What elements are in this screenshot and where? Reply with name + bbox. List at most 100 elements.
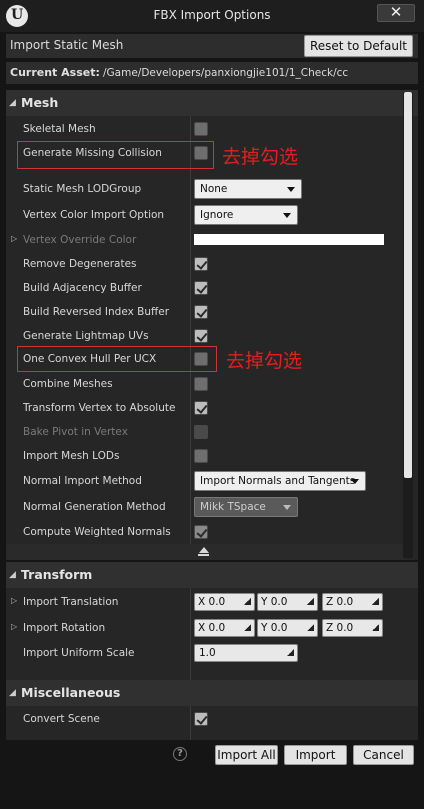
close-button[interactable]: ✕	[377, 4, 415, 22]
reset-to-default-button[interactable]: Reset to Default	[303, 35, 413, 57]
normal-generation-method-label: Normal Generation Method	[23, 501, 166, 513]
mesh-section-header[interactable]: ◢ Mesh	[6, 90, 418, 116]
row-bake-pivot-in-vertex: Bake Pivot in Vertex	[6, 420, 406, 444]
import-button[interactable]: Import	[284, 745, 347, 765]
window-title: FBX Import Options	[153, 8, 271, 22]
row-import-rotation: ▷ Import Rotation X 0.0 Y 0.0 Z 0.0	[6, 616, 406, 640]
current-asset-row: Current Asset: /Game/Developers/panxiong…	[6, 62, 418, 84]
row-import-mesh-lods: Import Mesh LODs	[6, 444, 406, 468]
resize-corner-icon	[287, 649, 294, 656]
help-icon[interactable]: ?	[173, 747, 187, 761]
annotation-uncheck-1: 去掉勾选	[222, 146, 299, 168]
import-translation-y-field[interactable]: Y 0.0	[257, 593, 318, 611]
import-mesh-lods-checkbox[interactable]	[194, 449, 208, 463]
import-type-row: Import Static Mesh Reset to Default	[6, 34, 418, 58]
resize-corner-icon	[372, 624, 379, 631]
import-uniform-scale-value: 1.0	[199, 647, 216, 659]
convert-scene-label: Convert Scene	[23, 713, 100, 725]
combine-meshes-label: Combine Meshes	[23, 378, 113, 390]
import-uniform-scale-label: Import Uniform Scale	[23, 647, 135, 659]
expand-arrow-icon[interactable]: ▷	[11, 622, 17, 631]
import-rotation-z-field[interactable]: Z 0.0	[322, 619, 383, 637]
vertex-color-import-option-dropdown[interactable]: Ignore	[194, 205, 298, 225]
dropdown-arrow-icon	[351, 479, 359, 484]
row-skeletal-mesh: Skeletal Mesh	[6, 117, 406, 141]
misc-section-header[interactable]: ◢ Miscellaneous	[6, 680, 418, 706]
build-adjacency-buffer-label: Build Adjacency Buffer	[23, 282, 142, 294]
dropdown-arrow-icon	[283, 213, 291, 218]
normal-import-method-dropdown[interactable]: Import Normals and Tangents	[194, 471, 366, 491]
static-mesh-lodgroup-value: None	[200, 183, 228, 195]
normal-generation-method-dropdown: Mikk TSpace	[194, 497, 298, 517]
collapse-triangle-icon: ◢	[9, 98, 16, 108]
collapse-advanced-button[interactable]	[6, 544, 406, 560]
cancel-button[interactable]: Cancel	[353, 745, 414, 765]
build-adjacency-buffer-checkbox[interactable]	[194, 281, 208, 295]
title-bar: FBX Import Options ✕	[0, 0, 424, 32]
row-vertex-override-color: ▷ Vertex Override Color	[6, 228, 406, 252]
vertex-color-import-option-value: Ignore	[200, 209, 234, 221]
import-translation-z-field[interactable]: Z 0.0	[322, 593, 383, 611]
row-normal-generation-method: Normal Generation Method Mikk TSpace	[6, 495, 406, 519]
compute-weighted-normals-label: Compute Weighted Normals	[23, 526, 171, 538]
row-combine-meshes: Combine Meshes	[6, 372, 406, 396]
highlight-box-convex-hull	[17, 346, 217, 372]
convert-scene-checkbox[interactable]	[194, 712, 208, 726]
row-normal-import-method: Normal Import Method Import Normals and …	[6, 469, 406, 493]
row-vertex-color-import-option: Vertex Color Import Option Ignore	[6, 203, 406, 227]
vertex-color-import-option-label: Vertex Color Import Option	[23, 209, 165, 221]
row-static-mesh-lodgroup: Static Mesh LODGroup None	[6, 177, 406, 201]
row-compute-weighted-normals: Compute Weighted Normals	[6, 520, 406, 544]
transform-section-header[interactable]: ◢ Transform	[6, 562, 418, 588]
import-rotation-y-field[interactable]: Y 0.0	[257, 619, 318, 637]
expand-arrow-icon[interactable]: ▷	[11, 596, 17, 605]
mesh-section-title: Mesh	[21, 95, 59, 110]
import-rotation-x-field[interactable]: X 0.0	[194, 619, 255, 637]
import-translation-z-value: Z 0.0	[326, 596, 354, 608]
expand-arrow-icon[interactable]: ▷	[11, 234, 17, 243]
import-translation-x-field[interactable]: X 0.0	[194, 593, 255, 611]
collapse-triangle-icon: ◢	[9, 570, 16, 580]
import-translation-x-value: X 0.0	[198, 596, 226, 608]
row-convert-scene: Convert Scene	[6, 707, 406, 731]
mesh-scrollbar-thumb[interactable]	[404, 92, 412, 478]
vertex-override-color-swatch[interactable]	[194, 234, 384, 245]
resize-corner-icon	[372, 598, 379, 605]
import-translation-y-value: Y 0.0	[261, 596, 288, 608]
row-transform-vertex-to-absolute: Transform Vertex to Absolute	[6, 396, 406, 420]
collapse-line-icon	[198, 554, 209, 556]
current-asset-path: /Game/Developers/panxiongjie101/1_Check/…	[103, 67, 349, 79]
current-asset-label: Current Asset:	[10, 66, 100, 79]
import-rotation-x-value: X 0.0	[198, 622, 226, 634]
collapse-up-icon	[199, 547, 209, 553]
skeletal-mesh-checkbox[interactable]	[194, 122, 208, 136]
static-mesh-lodgroup-label: Static Mesh LODGroup	[23, 183, 142, 195]
dropdown-arrow-icon	[283, 505, 291, 510]
import-type-label: Import Static Mesh	[10, 38, 124, 52]
misc-section-title: Miscellaneous	[21, 685, 121, 700]
resize-corner-icon	[244, 624, 251, 631]
static-mesh-lodgroup-dropdown[interactable]: None	[194, 179, 302, 199]
bake-pivot-in-vertex-label: Bake Pivot in Vertex	[23, 426, 128, 438]
resize-corner-icon	[307, 598, 314, 605]
import-uniform-scale-field[interactable]: 1.0	[194, 644, 298, 662]
row-build-reversed-index-buffer: Build Reversed Index Buffer	[6, 300, 406, 324]
combine-meshes-checkbox[interactable]	[194, 377, 208, 391]
misc-panel: ◢ Miscellaneous Convert Scene	[6, 680, 418, 740]
generate-lightmap-uvs-checkbox[interactable]	[194, 329, 208, 343]
normal-import-method-label: Normal Import Method	[23, 475, 142, 487]
skeletal-mesh-label: Skeletal Mesh	[23, 123, 96, 135]
row-build-adjacency-buffer: Build Adjacency Buffer	[6, 276, 406, 300]
remove-degenerates-checkbox[interactable]	[194, 257, 208, 271]
import-rotation-z-value: Z 0.0	[326, 622, 354, 634]
transform-section-title: Transform	[21, 567, 93, 582]
build-reversed-index-buffer-checkbox[interactable]	[194, 305, 208, 319]
import-translation-label: Import Translation	[23, 596, 119, 608]
normal-generation-method-value: Mikk TSpace	[200, 501, 266, 513]
import-all-button[interactable]: Import All	[215, 745, 278, 765]
row-import-uniform-scale: Import Uniform Scale 1.0	[6, 641, 406, 665]
transform-vertex-to-absolute-label: Transform Vertex to Absolute	[23, 402, 176, 414]
transform-vertex-to-absolute-checkbox[interactable]	[194, 401, 208, 415]
row-generate-lightmap-uvs: Generate Lightmap UVs	[6, 324, 406, 348]
generate-lightmap-uvs-label: Generate Lightmap UVs	[23, 330, 149, 342]
